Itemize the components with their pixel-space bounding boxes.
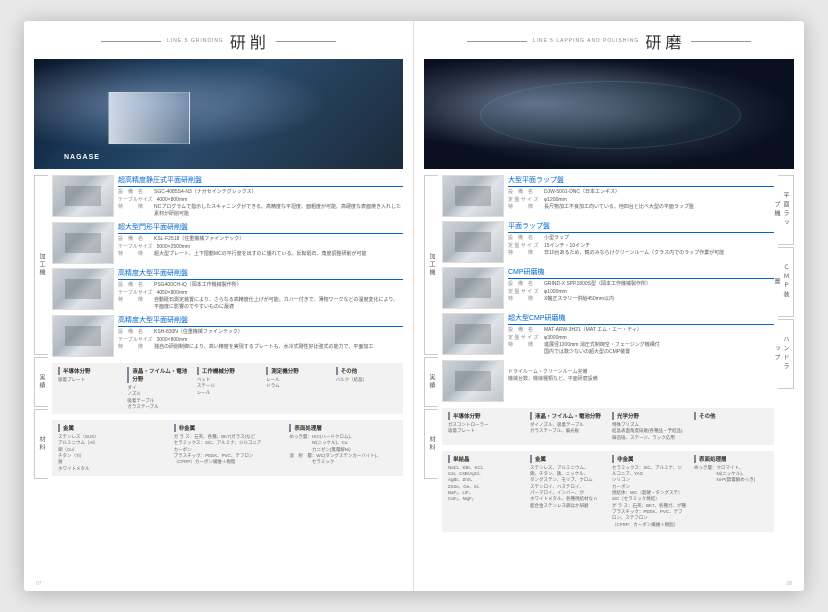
machine-item: CMP研磨機設 備 名GRIND-X SPP1800S型（岡本工作機械製作所）定… xyxy=(442,267,774,309)
machine-item: 高精度大型平面研削盤設 備 名PSG400CH-iQ（岡本工作機械製作所）テーブ… xyxy=(52,268,403,311)
hero-image-right xyxy=(424,59,794,169)
rtab-hand: ハンドラップ xyxy=(778,319,794,389)
brochure-spread: LINE 5 GRINDING 研削 NAGASE 加工機 実績 材料 超高精度… xyxy=(24,21,804,591)
results-section: 半導体分野ガスコントローラー 吸着プレート 液晶・フイルム・電池分野ダイノズル、… xyxy=(442,408,774,445)
tab-machine: 加工機 xyxy=(424,175,438,355)
machine-list-left: 超高精度静圧式平面研削盤設 備 名SGC-4085S4-N3（ナガセインテグレッ… xyxy=(52,175,403,357)
machine-photo xyxy=(442,221,504,263)
machine-item: 超高精度静圧式平面研削盤設 備 名SGC-4085S4-N3（ナガセインテグレッ… xyxy=(52,175,403,218)
machine-item: 平面ラップ盤設 備 名小型ラップ定 盤 サ イ ズ15インチ・10インチ特 徴非… xyxy=(442,221,774,263)
machine-photo xyxy=(442,175,504,217)
machine-title: 平面ラップ盤 xyxy=(508,221,774,233)
header-right: LINE 5 LAPPING AND POLISHING 研磨 xyxy=(414,27,804,55)
machine-list-right: 大型平面ラップ盤設 備 名DJW-5001-DNC（日本エンギス）定 盤 サ イ… xyxy=(442,175,774,402)
left-tab-column: 加工機 実績 材料 xyxy=(34,175,48,583)
machine-title: 超高精度静圧式平面研削盤 xyxy=(118,175,403,187)
page-left: LINE 5 GRINDING 研削 NAGASE 加工機 実績 材料 超高精度… xyxy=(24,21,414,591)
machine-item-extra: ドライルーム・クリーンルーム完備 機械台数、機械種類など、平面研磨設備 xyxy=(442,360,774,402)
tab-materials: 材料 xyxy=(34,409,48,479)
header-title: 研削 xyxy=(230,29,270,53)
left-tab-column: 加工機 実績 材料 xyxy=(424,175,438,583)
materials-section: 単結晶NaCl、KBr、KCl、 CsI、CsBrAgCl、 AgBr、ZnS、… xyxy=(442,451,774,532)
machine-title: 高精度大型平面研削盤 xyxy=(118,268,403,280)
machine-photo xyxy=(52,175,114,217)
header-title: 研磨 xyxy=(645,29,685,53)
materials-section: 金属ステンレス（SUS） アルミニウム（Al） 銅（Cu） チタン（Ti） 鉄 … xyxy=(52,420,403,476)
machine-title: 高精度大型平面研削盤 xyxy=(118,315,403,327)
machine-item: 超大型CMP研磨機設 備 名MAT-ARW-3H21（MAT エム・エー・ティ）… xyxy=(442,313,774,356)
page-number: 08 xyxy=(786,581,792,587)
rtab-cmp: ＣＭＰ装置 xyxy=(778,247,794,317)
machine-title: 超大型CMP研磨機 xyxy=(508,313,774,325)
machine-title: 超大型門形平面研削盤 xyxy=(118,222,403,234)
page-right: LINE 5 LAPPING AND POLISHING 研磨 加工機 実績 材… xyxy=(414,21,804,591)
rtab-lap: 平面ラップ機 xyxy=(778,175,794,245)
header-sub: LINE 5 GRINDING xyxy=(167,38,224,44)
machine-photo xyxy=(442,267,504,309)
results-section: 半導体分野吸着プレート 液晶・フイルム・電池分野ダイ ノズル 吸着テーブル ガラ… xyxy=(52,363,403,414)
machine-photo xyxy=(52,315,114,357)
machine-photo xyxy=(52,268,114,310)
page-number: 07 xyxy=(36,581,42,587)
machine-item: 高精度大型平面研削盤設 備 名KSH-830N（住重機械ファインテック）テーブル… xyxy=(52,315,403,357)
tab-machine: 加工機 xyxy=(34,175,48,355)
machine-item: 大型平面ラップ盤設 備 名DJW-5001-DNC（日本エンギス）定 盤 サ イ… xyxy=(442,175,774,217)
tab-results: 実績 xyxy=(424,357,438,407)
hero-badge: NAGASE xyxy=(64,154,100,161)
header-sub: LINE 5 LAPPING AND POLISHING xyxy=(533,38,640,44)
right-tab-column: 平面ラップ機 ＣＭＰ装置 ハンドラップ xyxy=(778,175,794,583)
tab-results: 実績 xyxy=(34,357,48,407)
machine-photo xyxy=(442,313,504,355)
machine-title: CMP研磨機 xyxy=(508,267,774,279)
hero-image-left: NAGASE xyxy=(34,59,403,169)
machine-photo xyxy=(52,222,114,264)
header-left: LINE 5 GRINDING 研削 xyxy=(24,27,413,55)
tab-materials: 材料 xyxy=(424,409,438,479)
machine-item: 超大型門形平面研削盤設 備 名KSL-F2518（住重機械ファインテック）テーブ… xyxy=(52,222,403,264)
machine-photo xyxy=(442,360,504,402)
machine-title: 大型平面ラップ盤 xyxy=(508,175,774,187)
